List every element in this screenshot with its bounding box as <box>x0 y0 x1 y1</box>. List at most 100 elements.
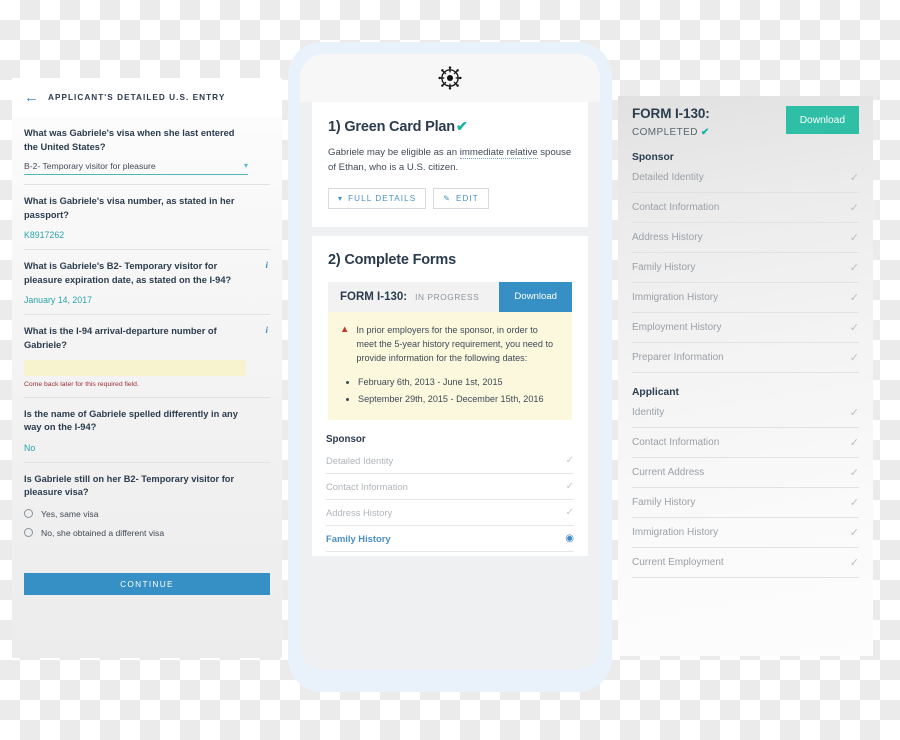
question-label: What is Gabriele's B2- Temporary visitor… <box>24 261 232 285</box>
item-label: Contact Information <box>632 202 720 213</box>
list-item[interactable]: Family History ✓ <box>632 253 859 283</box>
i94-number-input[interactable] <box>24 359 246 376</box>
check-icon: ✓ <box>849 232 859 244</box>
immediate-relative-link[interactable]: immediate relative <box>459 147 538 159</box>
check-icon: ✓ <box>849 527 859 539</box>
download-button[interactable]: Download <box>499 281 572 312</box>
list-item[interactable]: Current Employment ✓ <box>632 548 859 578</box>
list-item[interactable]: Identity ✓ <box>632 398 859 428</box>
radio-option-yes-same-visa[interactable]: Yes, same visa <box>24 509 270 519</box>
question-label: What is the I-94 arrival-departure numbe… <box>24 326 217 350</box>
list-item[interactable]: Detailed Identity ✓ <box>326 448 574 475</box>
green-card-plan-card: 1) Green Card Plan ✔ Gabriele may be eli… <box>312 102 588 227</box>
question-list: What was Gabriele's visa when she last e… <box>12 117 282 547</box>
phone-mockup-frame: 1) Green Card Plan ✔ Gabriele may be eli… <box>288 42 612 692</box>
phone-content-scroll[interactable]: 1) Green Card Plan ✔ Gabriele may be eli… <box>300 102 600 670</box>
plan-section-title: 1) Green Card Plan ✔ <box>328 118 572 135</box>
form-status-badge: IN PROGRESS <box>415 291 480 302</box>
chevron-down-icon: ▾ <box>243 161 248 171</box>
list-item[interactable]: Address History ✓ <box>326 500 574 527</box>
visa-number-value[interactable]: K8917262 <box>24 230 270 240</box>
visa-type-select-value: B-2- Temporary visitor for pleasure <box>24 161 156 172</box>
form-i130-box: FORM I-130: IN PROGRESS Download ▲ In pr… <box>328 281 572 421</box>
item-label: Identity <box>632 407 665 418</box>
status-label: COMPLETED <box>632 127 698 138</box>
radio-circle-icon <box>24 509 33 519</box>
question-visa-expiration-date: i What is Gabriele's B2- Temporary visit… <box>24 250 270 316</box>
item-label: Preparer Information <box>632 352 724 363</box>
checklist-label: Address History <box>326 507 393 519</box>
list-item[interactable]: Family History ◉ <box>326 526 574 553</box>
info-icon[interactable]: i <box>265 260 268 270</box>
radio-option-different-visa[interactable]: No, she obtained a different visa <box>24 528 270 538</box>
form-i130-header: FORM I-130: IN PROGRESS Download <box>328 281 572 312</box>
edit-button[interactable]: ✎ EDIT <box>433 187 489 209</box>
form-name: FORM I-130: <box>340 290 408 303</box>
form-i130-completed-panel: FORM I-130: COMPLETED ✔ Download Sponsor … <box>618 96 873 656</box>
checklist-label: Family History <box>326 533 391 545</box>
radio-label: Yes, same visa <box>41 508 99 519</box>
check-icon: ✓ <box>849 292 859 304</box>
question-visa-on-last-entry: What was Gabriele's visa when she last e… <box>24 117 270 186</box>
item-label: Family History <box>632 262 696 273</box>
list-item[interactable]: Current Address ✓ <box>632 458 859 488</box>
list-item[interactable]: Immigration History ✓ <box>632 283 859 313</box>
check-icon: ✓ <box>849 262 859 274</box>
check-icon: ✓ <box>849 352 859 364</box>
check-icon: ✓ <box>849 407 859 419</box>
phone-app-header <box>300 54 600 102</box>
question-visa-number: What is Gabriele's visa number, as state… <box>24 185 270 251</box>
info-icon[interactable]: i <box>265 325 268 335</box>
left-panel-content: ← APPLICANT'S DETAILED U.S. ENTRY What w… <box>12 78 282 609</box>
item-label: Employment History <box>632 322 722 333</box>
list-item[interactable]: Family History ✓ <box>632 488 859 518</box>
full-details-button[interactable]: ▾ FULL DETAILS <box>328 187 427 209</box>
list-item[interactable]: Contact Information ✓ <box>632 428 859 458</box>
list-item[interactable]: Contact Information ✓ <box>632 193 859 223</box>
question-label: Is the name of Gabriele spelled differen… <box>24 408 238 433</box>
required-field-error: Come back later for this required field. <box>24 380 139 388</box>
question-still-on-same-visa: Is Gabriele still on her B2- Temporary v… <box>24 463 270 547</box>
question-name-spelled-differently: Is the name of Gabriele spelled differen… <box>24 398 270 463</box>
item-label: Detailed Identity <box>632 172 704 183</box>
right-panel-content: FORM I-130: COMPLETED ✔ Download Sponsor … <box>618 96 873 578</box>
check-icon: ✓ <box>565 507 574 519</box>
plan-actions: ▾ FULL DETAILS ✎ EDIT <box>328 187 572 209</box>
item-label: Address History <box>632 232 703 243</box>
check-icon: ✓ <box>565 481 574 493</box>
visa-expiration-value[interactable]: January 14, 2017 <box>24 295 270 305</box>
pencil-icon: ✎ <box>443 193 452 203</box>
list-item[interactable]: Detailed Identity ✓ <box>632 163 859 193</box>
list-item[interactable]: Address History ✓ <box>632 223 859 253</box>
left-panel-header: ← APPLICANT'S DETAILED U.S. ENTRY <box>12 78 282 117</box>
right-panel-header: FORM I-130: COMPLETED ✔ Download <box>632 96 859 138</box>
list-item[interactable]: Contact Information ✓ <box>326 474 574 501</box>
question-label: What was Gabriele's visa when she last e… <box>24 128 235 152</box>
continue-button[interactable]: CONTINUE <box>24 572 270 595</box>
name-spelling-value[interactable]: No <box>24 443 270 453</box>
item-label: Family History <box>632 497 696 508</box>
list-item[interactable]: Employment History ✓ <box>632 313 859 343</box>
form-warning-box: ▲ In prior employers for the sponsor, in… <box>328 311 572 421</box>
check-icon: ✓ <box>849 202 859 214</box>
plan-description: Gabriele may be eligible as an immediate… <box>328 146 572 176</box>
check-icon: ✔ <box>700 127 710 138</box>
item-label: Contact Information <box>632 437 720 448</box>
item-label: Current Address <box>632 467 705 478</box>
warning-text: In prior employers for the sponsor, in o… <box>356 324 554 364</box>
question-label: What is Gabriele's visa number, as state… <box>24 196 235 220</box>
check-icon: ✓ <box>849 437 859 449</box>
list-item: September 29th, 2015 - December 15th, 20… <box>358 391 560 408</box>
list-item[interactable]: Immigration History ✓ <box>632 518 859 548</box>
list-item[interactable]: Preparer Information ✓ <box>632 343 859 373</box>
page-title: APPLICANT'S DETAILED U.S. ENTRY <box>48 93 226 102</box>
phone-screen: 1) Green Card Plan ✔ Gabriele may be eli… <box>300 54 600 670</box>
check-icon: ✓ <box>849 467 859 479</box>
radio-label: No, she obtained a different visa <box>41 527 165 538</box>
visa-type-select[interactable]: B-2- Temporary visitor for pleasure ▾ <box>24 161 248 176</box>
arrow-left-icon[interactable]: ← <box>24 90 39 105</box>
download-button[interactable]: Download <box>785 106 859 134</box>
check-icon: ✓ <box>849 497 859 509</box>
forms-section-title: 2) Complete Forms <box>328 251 456 268</box>
radio-circle-icon <box>24 528 33 538</box>
